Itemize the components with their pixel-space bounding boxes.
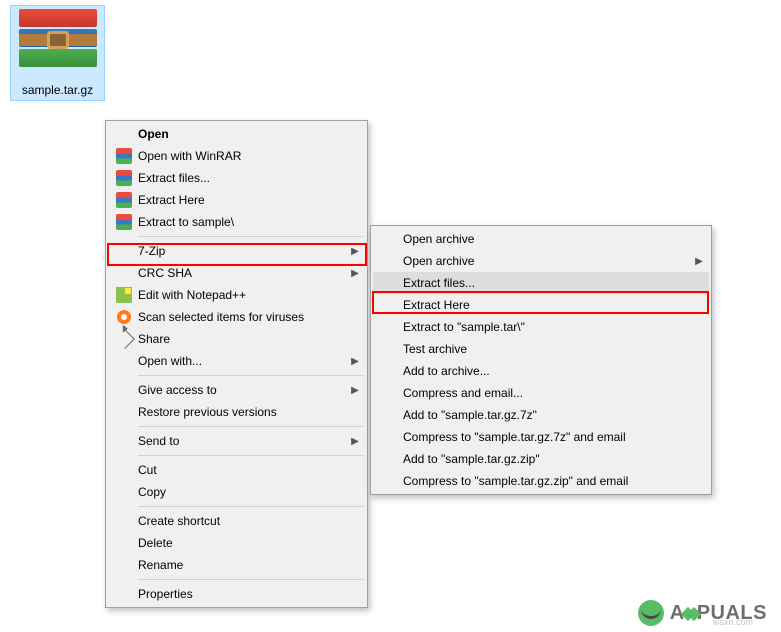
winrar-icon [116,192,132,208]
appuals-logo-icon [638,600,664,626]
chevron-right-icon: ▶ [349,385,361,396]
submenu-item-compress-7z-email[interactable]: Compress to "sample.tar.gz.7z" and email [373,426,709,448]
menu-item-open-with-winrar[interactable]: Open with WinRAR [108,145,365,167]
menu-item-give-access[interactable]: Give access to▶ [108,379,365,401]
file-item[interactable]: sample.tar.gz [10,5,105,101]
chevron-right-icon: ▶ [349,268,361,279]
menu-item-open[interactable]: Open [108,123,365,145]
submenu-item-extract-here[interactable]: Extract Here [373,294,709,316]
menu-item-send-to[interactable]: Send to▶ [108,430,365,452]
menu-item-extract-here[interactable]: Extract Here [108,189,365,211]
submenu-item-extract-files[interactable]: Extract files... [373,272,709,294]
context-menu: Open Open with WinRAR Extract files... E… [105,120,368,608]
submenu-item-test-archive[interactable]: Test archive [373,338,709,360]
submenu-item-add-zip[interactable]: Add to "sample.tar.gz.zip" [373,448,709,470]
submenu-item-compress-zip-email[interactable]: Compress to "sample.tar.gz.zip" and emai… [373,470,709,492]
chevron-right-icon: ▶ [349,246,361,257]
submenu-7zip: Open archive Open archive▶ Extract files… [370,225,712,495]
menu-separator [138,236,363,237]
menu-item-7zip[interactable]: 7-Zip▶ [108,240,365,262]
submenu-item-add-7z[interactable]: Add to "sample.tar.gz.7z" [373,404,709,426]
menu-separator [138,579,363,580]
winrar-icon [116,214,132,230]
archive-icon [19,9,97,79]
share-icon [115,329,135,349]
menu-separator [138,455,363,456]
submenu-item-open-archive-sub[interactable]: Open archive▶ [373,250,709,272]
menu-separator [138,506,363,507]
menu-item-scan-viruses[interactable]: Scan selected items for viruses [108,306,365,328]
menu-item-cut[interactable]: Cut [108,459,365,481]
menu-item-share[interactable]: Share [108,328,365,350]
menu-item-crc-sha[interactable]: CRC SHA▶ [108,262,365,284]
menu-item-properties[interactable]: Properties [108,583,365,605]
menu-item-delete[interactable]: Delete [108,532,365,554]
watermark: APUALS wsxn.com [638,600,767,626]
winrar-icon [116,170,132,186]
chevron-right-icon: ▶ [349,356,361,367]
submenu-item-open-archive[interactable]: Open archive [373,228,709,250]
avast-icon [117,310,131,324]
menu-item-extract-files[interactable]: Extract files... [108,167,365,189]
notepadpp-icon [116,287,132,303]
menu-item-restore-versions[interactable]: Restore previous versions [108,401,365,423]
menu-item-create-shortcut[interactable]: Create shortcut [108,510,365,532]
menu-item-copy[interactable]: Copy [108,481,365,503]
submenu-item-add-to-archive[interactable]: Add to archive... [373,360,709,382]
file-label: sample.tar.gz [13,83,102,97]
menu-item-open-with[interactable]: Open with...▶ [108,350,365,372]
menu-separator [138,426,363,427]
menu-item-edit-notepadpp[interactable]: Edit with Notepad++ [108,284,365,306]
chevron-right-icon: ▶ [349,436,361,447]
submenu-item-extract-to[interactable]: Extract to "sample.tar\" [373,316,709,338]
menu-item-extract-to-sample[interactable]: Extract to sample\ [108,211,365,233]
chevron-right-icon: ▶ [693,256,705,267]
menu-item-rename[interactable]: Rename [108,554,365,576]
winrar-icon [116,148,132,164]
submenu-item-compress-email[interactable]: Compress and email... [373,382,709,404]
menu-separator [138,375,363,376]
site-text: wsxn.com [713,617,753,627]
